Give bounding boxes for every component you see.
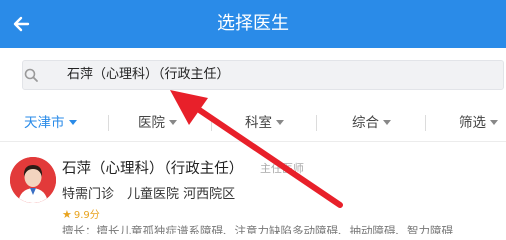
filter-hospital[interactable]: 医院 [138, 104, 177, 142]
filter-city-label: 天津市 [24, 115, 65, 131]
rating-value: 9.9分 [73, 210, 100, 221]
caret-down-icon [490, 119, 498, 125]
filter-divider [425, 115, 426, 131]
filter-more[interactable]: 筛选 [459, 104, 498, 142]
doctor-hospital: 特需门诊 儿童医院 河西院区 [62, 187, 236, 202]
avatar [10, 157, 56, 203]
filter-city[interactable]: 天津市 [24, 104, 77, 142]
doctor-title: 主任医师 [260, 162, 304, 175]
star-icon: ★ [62, 208, 72, 221]
caret-down-icon [68, 119, 77, 125]
doctor-list-item[interactable]: 石萍（心理科）（行政主任） 主任医师 特需门诊 儿童医院 河西院区 ★ 9.9分 … [0, 143, 506, 234]
search-bar: 石萍（心理科）（行政主任） [0, 48, 506, 100]
filter-more-label: 筛选 [459, 115, 486, 131]
doctor-name: 石萍（心理科）（行政主任） [62, 161, 244, 177]
app-header: 选择医生 [0, 0, 506, 48]
search-query-text: 石萍（心理科）（行政主任） [67, 67, 230, 82]
filter-sort[interactable]: 综合 [352, 104, 391, 142]
search-icon [24, 68, 38, 82]
filter-department[interactable]: 科室 [245, 104, 284, 142]
filter-hospital-label: 医院 [138, 115, 165, 131]
filter-department-label: 科室 [245, 115, 272, 131]
filter-bar: 天津市 医院 科室 综合 筛选 [0, 104, 506, 142]
caret-down-icon [276, 119, 284, 125]
doctor-rating: ★ 9.9分 [62, 206, 100, 221]
page: 选择医生 石萍（心理科）（行政主任） 天津市 医院 科室 综合 筛选 石萍（心理… [0, 0, 506, 234]
doctor-skill: 擅长：擅长儿童孤独症谱系障碍、注意力缺陷多动障碍、抽动障碍、智力障碍 [62, 224, 453, 234]
caret-down-icon [383, 119, 391, 125]
filter-divider [211, 115, 212, 131]
filter-divider [316, 115, 317, 131]
filter-divider [108, 115, 109, 131]
filter-sort-label: 综合 [352, 115, 379, 131]
caret-down-icon [169, 119, 177, 125]
doctor-photo-icon [10, 157, 56, 203]
page-title: 选择医生 [217, 13, 289, 34]
search-input[interactable]: 石萍（心理科）（行政主任） [22, 60, 504, 90]
